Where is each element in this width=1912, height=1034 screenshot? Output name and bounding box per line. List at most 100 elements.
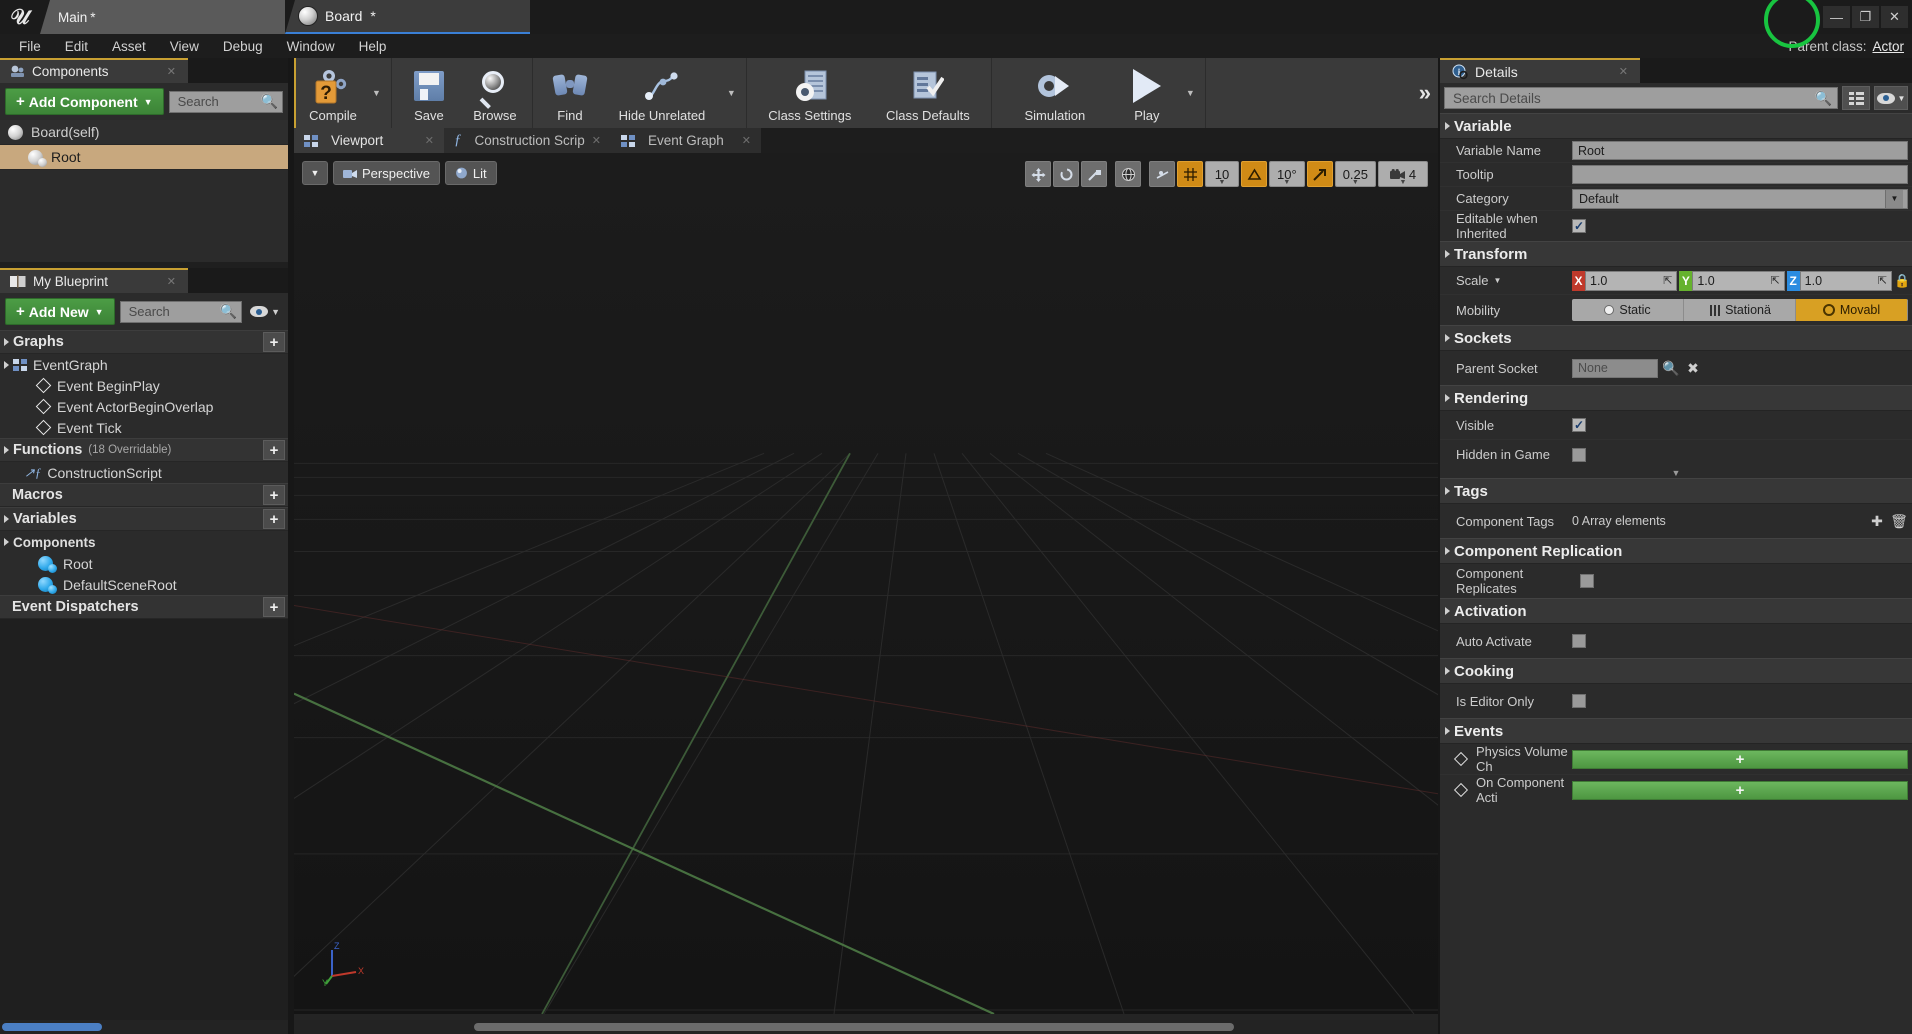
play-button[interactable]: Play — [1114, 58, 1180, 128]
mobility-stationary[interactable]: Stationä — [1684, 299, 1796, 321]
input-variable-name[interactable]: Root — [1572, 141, 1908, 160]
scale-snap-value[interactable]: 0.25 ▼ — [1335, 161, 1376, 187]
tree-item-event-tick[interactable]: Event Tick — [0, 417, 288, 438]
reset-icon[interactable]: ⇱ — [1770, 274, 1779, 287]
tab-details-close-icon[interactable]: ✕ — [1619, 65, 1628, 78]
tab-construction-script[interactable]: ƒ Construction Scrip ✕ — [444, 128, 611, 153]
category-activation[interactable]: Activation — [1440, 598, 1912, 624]
category-transform[interactable]: Transform — [1440, 241, 1912, 267]
add-new-button[interactable]: + Add New ▼ — [5, 298, 115, 325]
simulation-button[interactable]: Simulation — [996, 58, 1114, 128]
add-component-button[interactable]: + Add Component ▼ — [5, 88, 164, 115]
component-tree-row-root[interactable]: Root — [0, 145, 288, 170]
save-button[interactable]: Save — [396, 58, 462, 128]
category-rendering[interactable]: Rendering — [1440, 385, 1912, 411]
tab-components-close-icon[interactable]: ✕ — [167, 65, 176, 78]
tree-item-constructionscript[interactable]: ↗ƒ ConstructionScript — [0, 462, 288, 483]
menu-asset[interactable]: Asset — [101, 36, 157, 57]
scale-z-field[interactable]: Z 1.0 ⇱ — [1787, 271, 1892, 291]
section-variables[interactable]: Variables + — [0, 507, 288, 531]
magnifier-icon[interactable]: 🔍 — [1662, 359, 1680, 377]
angle-snap-value[interactable]: 10° ▼ — [1269, 161, 1305, 187]
mobility-movable[interactable]: Movabl — [1796, 299, 1908, 321]
lock-icon[interactable]: 🔒 — [1894, 273, 1908, 289]
checkbox-editable-when-inherited[interactable]: ✓ — [1572, 219, 1586, 233]
variables-subgroup-components[interactable]: Components — [0, 531, 288, 553]
scale-icon[interactable] — [1081, 161, 1107, 187]
scale-y-field[interactable]: Y 1.0 ⇱ — [1679, 271, 1784, 291]
reset-icon[interactable]: ⇱ — [1878, 274, 1887, 287]
clear-x-icon[interactable]: ✖ — [1684, 359, 1702, 377]
left-panel-scrollbar[interactable] — [0, 1020, 288, 1034]
menu-window[interactable]: Window — [276, 36, 346, 57]
add-graph-button[interactable]: + — [263, 332, 285, 352]
checkbox-auto-activate[interactable]: ✓ — [1572, 634, 1586, 648]
viewport-scrollbar[interactable] — [294, 1020, 1438, 1034]
components-search-input[interactable]: Search 🔍 — [169, 91, 283, 113]
surface-snap-icon[interactable] — [1149, 161, 1175, 187]
add-event-dispatcher-button[interactable]: + — [263, 597, 285, 617]
tree-item-event-beginplay[interactable]: Event BeginPlay — [0, 375, 288, 396]
tab-viewport-close-icon[interactable]: ✕ — [425, 134, 434, 147]
mobility-static[interactable]: Static — [1572, 299, 1684, 321]
close-button[interactable]: ✕ — [1881, 6, 1908, 28]
my-blueprint-search-input[interactable]: Search 🔍 — [120, 301, 243, 323]
checkbox-is-editor-only[interactable]: ✓ — [1572, 694, 1586, 708]
tab-my-blueprint[interactable]: My Blueprint ✕ — [0, 268, 188, 293]
add-variable-button[interactable]: + — [263, 509, 285, 529]
section-event-dispatchers[interactable]: Event Dispatchers + — [0, 595, 288, 619]
visibility-options-button[interactable]: ▼ — [247, 306, 283, 317]
rotate-icon[interactable] — [1053, 161, 1079, 187]
scale-x-input[interactable]: 1.0 ⇱ — [1585, 271, 1677, 291]
lighting-mode-button[interactable]: Lit — [445, 161, 497, 185]
details-search-input[interactable]: Search Details 🔍 — [1444, 87, 1838, 109]
eye-icon[interactable]: ▼ — [1874, 86, 1908, 110]
tree-item-var-defaultsceneroot[interactable]: DefaultSceneRoot — [0, 574, 288, 595]
add-event-physics-volume-button[interactable]: + — [1572, 750, 1908, 769]
tab-construction-script-close-icon[interactable]: ✕ — [592, 134, 601, 147]
tab-event-graph-close-icon[interactable]: ✕ — [742, 134, 751, 147]
menu-view[interactable]: View — [159, 36, 210, 57]
viewport-3d[interactable]: ▼ Perspective Lit — [294, 153, 1438, 1014]
checkbox-visible[interactable]: ✓ — [1572, 418, 1586, 432]
compile-dropdown-icon[interactable]: ▼ — [366, 58, 387, 128]
section-macros[interactable]: Macros + — [0, 483, 288, 507]
menu-file[interactable]: File — [8, 36, 52, 57]
input-parent-socket[interactable]: None — [1572, 359, 1658, 378]
category-variable[interactable]: Variable — [1440, 113, 1912, 139]
tree-item-event-actorbeginoverlap[interactable]: Event ActorBeginOverlap — [0, 396, 288, 417]
compile-button[interactable]: ? Compile — [300, 58, 366, 128]
tab-event-graph[interactable]: Event Graph ✕ — [611, 128, 761, 153]
tab-details[interactable]: i Details ✕ — [1440, 58, 1640, 83]
grid-snap-value[interactable]: 10 ▼ — [1205, 161, 1239, 187]
menu-debug[interactable]: Debug — [212, 36, 274, 57]
chevron-down-icon[interactable]: ▼ — [1494, 276, 1502, 285]
scale-y-input[interactable]: 1.0 ⇱ — [1692, 271, 1784, 291]
add-macro-button[interactable]: + — [263, 485, 285, 505]
move-icon[interactable] — [1025, 161, 1051, 187]
reset-icon[interactable]: ⇱ — [1663, 274, 1672, 287]
select-category[interactable]: Default ▼ — [1572, 189, 1908, 209]
category-events[interactable]: Events — [1440, 718, 1912, 744]
maximize-button[interactable]: ❐ — [1852, 6, 1879, 28]
find-button[interactable]: Find — [537, 58, 603, 128]
category-tags[interactable]: Tags — [1440, 478, 1912, 504]
section-functions[interactable]: Functions (18 Overridable) + — [0, 438, 288, 462]
angle-snap-toggle[interactable] — [1241, 161, 1267, 187]
add-event-on-component-activated-button[interactable]: + — [1572, 781, 1908, 800]
tab-viewport[interactable]: Viewport ✕ — [294, 128, 444, 153]
browse-button[interactable]: Browse — [462, 58, 528, 128]
component-tree-row-board[interactable]: Board(self) — [0, 120, 288, 145]
globe-icon[interactable] — [1115, 161, 1141, 187]
checkbox-component-replicates[interactable]: ✓ — [1580, 574, 1594, 588]
camera-mode-button[interactable]: Perspective — [333, 161, 440, 185]
menu-help[interactable]: Help — [348, 36, 398, 57]
menu-edit[interactable]: Edit — [54, 36, 99, 57]
tree-item-eventgraph[interactable]: EventGraph — [0, 354, 288, 375]
hide-unrelated-dropdown-icon[interactable]: ▼ — [721, 58, 742, 128]
class-settings-button[interactable]: Class Settings — [751, 58, 869, 128]
left-panel-scrollbar-thumb[interactable] — [2, 1023, 102, 1031]
input-tooltip[interactable] — [1572, 165, 1908, 184]
play-dropdown-icon[interactable]: ▼ — [1180, 58, 1201, 128]
tab-my-blueprint-close-icon[interactable]: ✕ — [167, 275, 176, 288]
